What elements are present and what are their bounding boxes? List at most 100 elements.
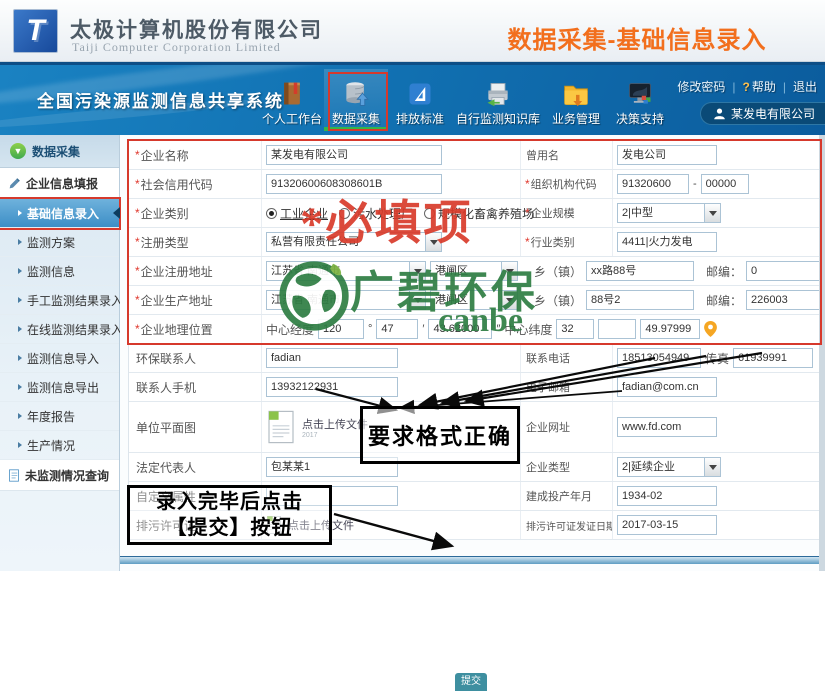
permit-date-input[interactable]: 2017-03-15 [617, 515, 717, 535]
chevron-down-icon [704, 204, 720, 222]
user-icon [713, 107, 726, 120]
reg-address-province-select[interactable]: 江苏省 南通市 [266, 261, 426, 281]
latitude-label: 中心纬度 [504, 321, 552, 338]
logout-link[interactable]: 退出 [793, 78, 817, 95]
scale-select[interactable]: 2|中型 [617, 203, 721, 223]
longitude-min-input[interactable]: 47 [376, 319, 418, 339]
map-pin-icon[interactable] [704, 321, 717, 337]
sidebar-item-monitoring-plan[interactable]: 监测方案 [0, 228, 119, 257]
sidebar-item-production-status[interactable]: 生产情况 [0, 431, 119, 460]
pencil-icon [8, 177, 21, 190]
prod-address-zip-input[interactable]: 226003 [746, 290, 825, 310]
field-label: *企业生产地址 [129, 286, 262, 314]
current-user-badge[interactable]: 某发电有限公司 [700, 102, 825, 125]
format-correct-annotation: 要求格式正确 [360, 406, 520, 464]
sidebar-section-unmonitored-query[interactable]: 未监测情况查询 [0, 460, 119, 491]
form-row: 环保联系人 fadian 联系电话 18513054949 传真 6193999… [129, 344, 821, 373]
sidebar-item-basic-info-entry[interactable]: 基础信息录入 [0, 199, 119, 228]
sidebar-item-monitoring-import[interactable]: 监测信息导入 [0, 344, 119, 373]
form-row: *企业名称 某发电有限公司 曾用名 发电公司 [129, 141, 821, 170]
top-header: T 太极计算机股份有限公司 Taiji Computer Corporation… [0, 0, 825, 62]
email-input[interactable]: fadian@com.cn [617, 377, 717, 397]
registration-type-select[interactable]: 私营有限责任公司 [266, 232, 442, 252]
sidebar-item-monitoring-info[interactable]: 监测信息 [0, 257, 119, 286]
change-password-link[interactable]: 修改密码 [677, 78, 725, 95]
nav-item-label: 个人工作台 [262, 110, 322, 127]
sidebar-item-label: 在线监测结果录入 [27, 321, 123, 338]
nav-item-label: 决策支持 [616, 110, 664, 127]
nav-item-data-collection[interactable]: 数据采集 [324, 69, 388, 131]
latitude-sec-input[interactable]: 49.97999 [640, 319, 700, 339]
phone-input[interactable]: 18513054949 [617, 348, 701, 368]
radio-livestock-farm[interactable]: 规模化畜禽养殖场 [424, 205, 534, 222]
radio-icon[interactable] [424, 208, 435, 219]
field-label: *行业类别 [521, 228, 613, 256]
field-label: 单位平面图 [129, 402, 262, 452]
scrollbar-track[interactable] [819, 135, 825, 571]
floorplan-upload-button[interactable]: 点击上传文件 2017 [266, 409, 368, 445]
prod-address-town-input[interactable]: 88号2 [586, 290, 694, 310]
radio-icon[interactable] [266, 208, 277, 219]
sidebar-item-manual-results-entry[interactable]: 手工监测结果录入 [0, 286, 119, 315]
radio-icon[interactable] [339, 208, 350, 219]
industry-input[interactable]: 4411|火力发电 [617, 232, 717, 252]
reg-address-zip-input[interactable]: 0 [746, 261, 825, 281]
prod-address-province-select[interactable]: 江苏省 南通市 [266, 290, 426, 310]
sidebar-item-monitoring-export[interactable]: 监测信息导出 [0, 373, 119, 402]
sidebar-item-label: 监测信息 [27, 263, 75, 280]
field-label: *企业地理位置 [129, 315, 262, 343]
sidebar-root-data-collection[interactable]: ▼ 数据采集 [0, 135, 119, 168]
sidebar-item-annual-report[interactable]: 年度报告 [0, 402, 119, 431]
reg-address-district-select[interactable]: 港闸区 [430, 261, 518, 281]
sidebar-section-company-info[interactable]: 企业信息填报 [0, 168, 119, 199]
help-icon: ? [743, 80, 750, 94]
zip-label: 邮编： [706, 263, 742, 280]
longitude-sec-input[interactable]: 43.62000 [428, 319, 492, 339]
fax-input[interactable]: 61939991 [733, 348, 813, 368]
org-code-input-2[interactable]: 00000 [701, 174, 749, 194]
field-label: *企业类别 [129, 199, 262, 227]
reg-address-town-input[interactable]: xx路88号 [586, 261, 694, 281]
town-label: 乡（镇） [534, 263, 582, 280]
nav-item-knowledge-base[interactable]: 自行监测知识库 [452, 69, 544, 131]
longitude-deg-input[interactable]: 120 [318, 319, 364, 339]
submit-button[interactable]: 提交 [455, 673, 487, 691]
radio-industrial-enterprise[interactable]: 工业企业 [266, 205, 328, 222]
prod-address-district-select[interactable]: 港闸区 [430, 290, 518, 310]
field-label: 联系电话 [521, 344, 613, 372]
field-label: *组织机构代码 [521, 170, 613, 198]
company-type-select[interactable]: 2|延续企业 [617, 457, 721, 477]
triangle-bullet-icon [18, 355, 22, 361]
nav-item-label: 排放标准 [396, 110, 444, 127]
website-input[interactable]: www.fd.com [617, 417, 717, 437]
latitude-deg-input[interactable]: 32 [556, 319, 594, 339]
nav-item-workspace[interactable]: 个人工作台 [260, 69, 324, 131]
sidebar-item-online-results-entry[interactable]: 在线监测结果录入 [0, 315, 119, 344]
submit-instruction-annotation: 录入完毕后点击 【提交】按钮 [127, 485, 332, 545]
org-code-input-1[interactable]: 91320600 [617, 174, 689, 194]
nav-item-decision-support[interactable]: 决策支持 [608, 69, 672, 131]
nav-item-emission-standards[interactable]: 排放标准 [388, 69, 452, 131]
built-date-input[interactable]: 1934-02 [617, 486, 717, 506]
database-icon [339, 78, 373, 110]
credit-code-input[interactable]: 91320600608308601B [266, 174, 442, 194]
mobile-input[interactable]: 13932122931 [266, 377, 398, 397]
env-contact-input[interactable]: fadian [266, 348, 398, 368]
field-label: 环保联系人 [129, 344, 262, 372]
chevron-down-icon [425, 233, 441, 251]
help-link[interactable]: ?帮助 [743, 78, 776, 95]
bottom-divider-bar [120, 556, 825, 564]
field-label: *注册类型 [129, 228, 262, 256]
former-name-input[interactable]: 发电公司 [617, 145, 717, 165]
triangle-bullet-icon [18, 326, 22, 332]
thumb-year: 2017 [302, 432, 368, 439]
triangle-bullet-icon [18, 297, 22, 303]
latitude-min-input[interactable] [598, 319, 636, 339]
company-name-input[interactable]: 某发电有限公司 [266, 145, 442, 165]
org-code-separator: - [693, 178, 697, 190]
nav-item-business-mgmt[interactable]: 业务管理 [544, 69, 608, 131]
field-label: 企业网址 [521, 402, 613, 452]
radio-sewage-plant[interactable]: 污水处理厂 [339, 205, 413, 222]
book-icon [275, 78, 309, 110]
form-row: 联系人手机 13932122931 电子邮箱 fadian@com.cn [129, 373, 821, 402]
